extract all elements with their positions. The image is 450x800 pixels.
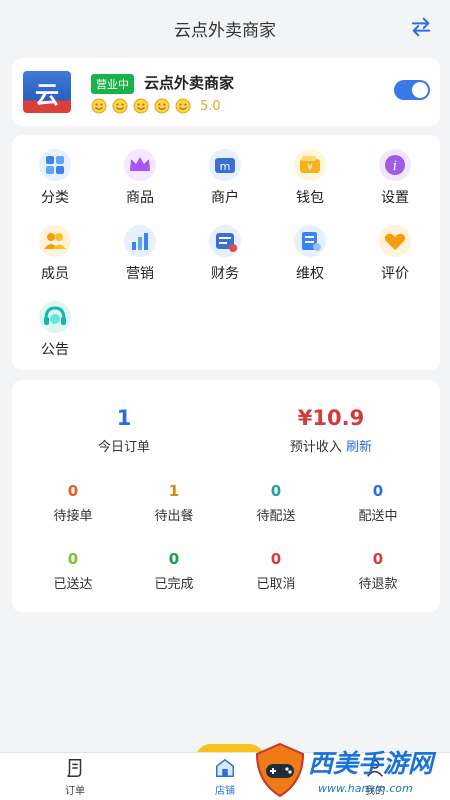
announcement-headset-icon [39,301,71,333]
income-label: 预计收入 [289,440,342,455]
smile-rating-icon [112,98,128,114]
top-bar: 云点外卖商家 [0,0,450,52]
svg-text:i: i [393,159,397,174]
watermark-brand: 西美手游网 [308,749,434,778]
menu-label: 商户 [211,190,239,206]
stat-label: 待配送 [256,509,296,524]
crown-icon [124,149,156,181]
menu-label: 财务 [211,266,239,282]
menu-item-rights[interactable]: 维权 [275,223,345,289]
tab-orders[interactable]: 订单 [45,757,105,797]
rating-row: 5.0 [91,98,221,114]
rating-score: 5.0 [200,98,221,114]
store-icon [216,758,234,777]
stat-label: 配送中 [358,509,398,524]
swap-arrows-icon[interactable] [410,16,432,38]
menu-item-category[interactable]: 分类 [20,147,90,213]
marketing-chart-icon [124,225,156,257]
stat-value: 0 [270,482,282,500]
merchant-icon: m [209,149,241,181]
members-icon [39,225,71,257]
refresh-link[interactable]: 刷新 [346,440,372,455]
menu-item-marketing[interactable]: 营销 [105,223,175,289]
function-grid: 分类 商品 m 商户 ¥ 钱包 i 设置 成员 营销 财务 维权 评价 公告 [12,135,440,370]
wallet-icon: ¥ [294,149,326,181]
stat-label: 已完成 [154,577,194,592]
stat-pending-cook[interactable]: 1 待出餐 [129,482,219,524]
smile-rating-icon [154,98,170,114]
watermark: 西美手游网 www.hanxm.com [252,738,450,800]
menu-item-finance[interactable]: 财务 [190,223,260,289]
stat-value: 0 [372,550,384,568]
category-icon [39,149,71,181]
menu-item-merchant[interactable]: m 商户 [190,147,260,213]
stat-delivering[interactable]: 0 配送中 [333,482,423,524]
today-orders[interactable]: 1 今日订单 [84,406,164,455]
today-orders-label: 今日订单 [97,440,150,455]
store-open-toggle[interactable] [394,80,430,100]
svg-text:m: m [220,160,231,173]
smile-rating-icon [133,98,149,114]
order-summary-card: 1 今日订单 ¥10.9 预计收入 刷新 0 待接单 1 待出餐 0 待配送 0… [12,380,440,612]
orders-icon [67,759,82,777]
gamepad-shield-icon [255,742,305,798]
menu-item-settings[interactable]: i 设置 [360,147,430,213]
info-settings-icon: i [379,149,411,181]
heart-icon [379,225,411,257]
store-name: 云点外卖商家 [144,74,235,92]
rights-doc-icon [294,225,326,257]
smile-rating-icon [91,98,107,114]
menu-item-announcement[interactable]: 公告 [20,299,90,365]
finance-card-icon [209,225,241,257]
stat-value: 0 [67,482,79,500]
stat-label: 已送达 [53,577,93,592]
expected-income: ¥10.9 预计收入 刷新 [266,406,396,455]
menu-label: 设置 [381,190,409,206]
smile-rating-icon [175,98,191,114]
stat-cancelled[interactable]: 0 已取消 [231,550,321,592]
stat-label: 待退款 [358,577,398,592]
tab-label: 订单 [65,786,85,797]
stat-pending-delivery[interactable]: 0 待配送 [231,482,321,524]
menu-item-wallet[interactable]: ¥ 钱包 [275,147,345,213]
stat-pending-refund[interactable]: 0 待退款 [333,550,423,592]
menu-label: 评价 [381,266,409,282]
stat-completed[interactable]: 0 已完成 [129,550,219,592]
menu-label: 公告 [41,342,69,358]
stat-value: 1 [168,482,180,500]
menu-item-products[interactable]: 商品 [105,147,175,213]
stat-value: 0 [67,550,79,568]
menu-item-reviews[interactable]: 评价 [360,223,430,289]
stat-label: 待接单 [53,509,93,524]
tab-store[interactable]: 店铺 [195,757,255,797]
income-value: ¥10.9 [297,406,365,430]
store-logo-text: 云 [35,81,59,109]
toggle-knob [412,82,428,98]
stat-value: 0 [270,550,282,568]
menu-item-members[interactable]: 成员 [20,223,90,289]
menu-label: 商品 [126,190,154,206]
menu-label: 营销 [126,266,154,282]
stat-pending-accept[interactable]: 0 待接单 [28,482,118,524]
svg-text:¥: ¥ [307,163,313,173]
menu-label: 成员 [41,266,69,282]
menu-label: 钱包 [296,190,324,206]
store-card: 云 营业中 云点外卖商家 5.0 [12,58,440,126]
status-badge: 营业中 [91,74,134,94]
store-logo: 云 [23,71,71,113]
watermark-url: www.hanxm.com [318,782,413,795]
stat-delivered[interactable]: 0 已送达 [28,550,118,592]
today-orders-value: 1 [116,406,132,430]
stat-value: 0 [168,550,180,568]
stat-label: 已取消 [256,577,296,592]
stat-label: 待出餐 [154,509,194,524]
income-caption: 预计收入 刷新 [266,436,396,455]
menu-label: 分类 [41,190,69,206]
tab-label: 店铺 [215,786,235,797]
menu-label: 维权 [296,266,324,282]
page-title: 云点外卖商家 [174,21,276,41]
stat-value: 0 [372,482,384,500]
